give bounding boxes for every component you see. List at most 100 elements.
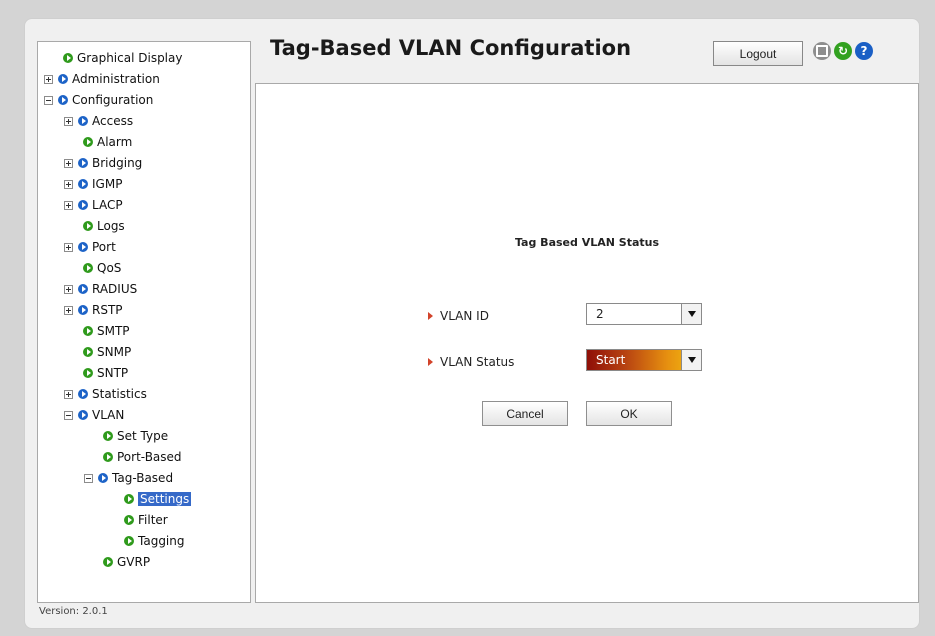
green-arrow-icon — [103, 557, 113, 567]
nav-item-label: RADIUS — [92, 282, 138, 296]
nav-item-label: QoS — [97, 261, 122, 275]
vlan-status-label-text: VLAN Status — [440, 355, 515, 369]
vlan-status-value: Start — [596, 353, 626, 367]
nav-item-label: GVRP — [117, 555, 151, 569]
nav-item-igmp[interactable]: IGMP — [64, 174, 122, 194]
nav-item-snmp[interactable]: SNMP — [83, 342, 131, 362]
vlan-status-label: VLAN Status — [428, 355, 514, 369]
nav-item-logs[interactable]: Logs — [83, 216, 125, 236]
nav-item-label: SNMP — [97, 345, 132, 359]
nav-item-access[interactable]: Access — [64, 111, 133, 131]
green-arrow-icon — [83, 368, 93, 378]
expand-icon[interactable] — [64, 200, 73, 210]
green-arrow-icon — [83, 221, 93, 231]
collapse-icon[interactable] — [64, 410, 73, 420]
nav-item-alarm[interactable]: Alarm — [83, 132, 132, 152]
nav-item-port-based[interactable]: Port-Based — [103, 447, 182, 467]
nav-item-label: Statistics — [92, 387, 147, 401]
blue-arrow-icon — [78, 284, 88, 294]
nav-item-label: Administration — [72, 72, 160, 86]
blue-arrow-icon — [98, 473, 108, 483]
expand-icon[interactable] — [64, 389, 73, 399]
nav-item-radius[interactable]: RADIUS — [64, 279, 137, 299]
arrow-icon — [428, 312, 433, 320]
app-frame: Graphical Display Administration Configu… — [24, 18, 920, 629]
blue-arrow-icon — [78, 158, 88, 168]
blue-arrow-icon — [78, 305, 88, 315]
blue-arrow-icon — [78, 242, 88, 252]
nav-item-tag-based[interactable]: Tag-Based — [84, 468, 173, 488]
nav-item-qos[interactable]: QoS — [83, 258, 121, 278]
collapse-icon[interactable] — [44, 95, 53, 105]
nav-item-administration[interactable]: Administration — [44, 69, 160, 89]
nav-item-configuration[interactable]: Configuration — [44, 90, 153, 110]
expand-icon[interactable] — [44, 74, 53, 84]
vlan-id-select[interactable]: 2 — [586, 303, 702, 325]
green-arrow-icon — [124, 536, 134, 546]
nav-item-smtp[interactable]: SMTP — [83, 321, 130, 341]
nav-item-bridging[interactable]: Bridging — [64, 153, 142, 173]
green-arrow-icon — [103, 452, 113, 462]
page-title: Tag-Based VLAN Configuration — [270, 36, 632, 60]
blue-arrow-icon — [78, 116, 88, 126]
expand-icon[interactable] — [64, 158, 73, 168]
nav-item-label: Tag-Based — [112, 471, 174, 485]
green-arrow-icon — [103, 431, 113, 441]
dropdown-arrow-icon[interactable] — [681, 350, 701, 370]
main-panel: Tag Based VLAN Status VLAN ID 2 VLAN Sta… — [255, 83, 919, 603]
help-icon[interactable]: ? — [855, 42, 873, 60]
nav-item-tagging[interactable]: Tagging — [124, 531, 185, 551]
blue-arrow-icon — [78, 410, 88, 420]
green-arrow-icon — [124, 515, 134, 525]
dropdown-arrow-icon[interactable] — [681, 304, 701, 324]
section-title: Tag Based VLAN Status — [514, 236, 660, 249]
nav-item-label: RSTP — [92, 303, 123, 317]
green-arrow-icon — [83, 137, 93, 147]
sidebar-tree: Graphical Display Administration Configu… — [37, 41, 251, 603]
expand-icon[interactable] — [64, 305, 73, 315]
blue-arrow-icon — [58, 74, 68, 84]
expand-icon[interactable] — [64, 242, 73, 252]
ok-button[interactable]: OK — [586, 401, 672, 426]
refresh-icon[interactable]: ↻ — [834, 42, 852, 60]
nav-item-label: Configuration — [72, 93, 154, 107]
logout-button[interactable]: Logout — [713, 41, 803, 66]
expand-icon[interactable] — [64, 284, 73, 294]
green-arrow-icon — [124, 494, 134, 504]
nav-item-port[interactable]: Port — [64, 237, 116, 257]
nav-item-label: Alarm — [97, 135, 133, 149]
save-icon[interactable] — [813, 42, 831, 60]
collapse-icon[interactable] — [84, 473, 93, 483]
nav-item-rstp[interactable]: RSTP — [64, 300, 123, 320]
vlan-id-label: VLAN ID — [428, 309, 489, 323]
nav-item-label: SMTP — [97, 324, 130, 338]
nav-item-label: LACP — [92, 198, 123, 212]
nav-item-gvrp[interactable]: GVRP — [103, 552, 150, 572]
nav-item-settings[interactable]: Settings — [124, 489, 192, 509]
cancel-button[interactable]: Cancel — [482, 401, 568, 426]
expand-icon[interactable] — [64, 179, 73, 189]
nav-item-sntp[interactable]: SNTP — [83, 363, 128, 383]
green-arrow-icon — [83, 263, 93, 273]
blue-arrow-icon — [78, 179, 88, 189]
blue-arrow-icon — [58, 95, 68, 105]
blue-arrow-icon — [78, 389, 88, 399]
nav-item-label: Bridging — [92, 156, 143, 170]
nav-item-label: Graphical Display — [77, 51, 183, 65]
nav-item-label: Filter — [138, 513, 168, 527]
nav-item-statistics[interactable]: Statistics — [64, 384, 147, 404]
nav-item-lacp[interactable]: LACP — [64, 195, 123, 215]
nav-item-label: Access — [92, 114, 134, 128]
vlan-status-select[interactable]: Start — [586, 349, 702, 371]
nav-item-vlan[interactable]: VLAN — [64, 405, 124, 425]
version-text: Version: 2.0.1 — [39, 606, 108, 617]
nav-item-set-type[interactable]: Set Type — [103, 426, 168, 446]
expand-icon[interactable] — [64, 116, 73, 126]
vlan-id-value: 2 — [596, 307, 604, 321]
nav-item-filter[interactable]: Filter — [124, 510, 168, 530]
nav-item-graphical-display[interactable]: Graphical Display — [63, 48, 182, 68]
vlan-id-label-text: VLAN ID — [440, 309, 489, 323]
green-arrow-icon — [63, 53, 73, 63]
nav-item-label: IGMP — [92, 177, 123, 191]
nav-item-label: Logs — [97, 219, 125, 233]
